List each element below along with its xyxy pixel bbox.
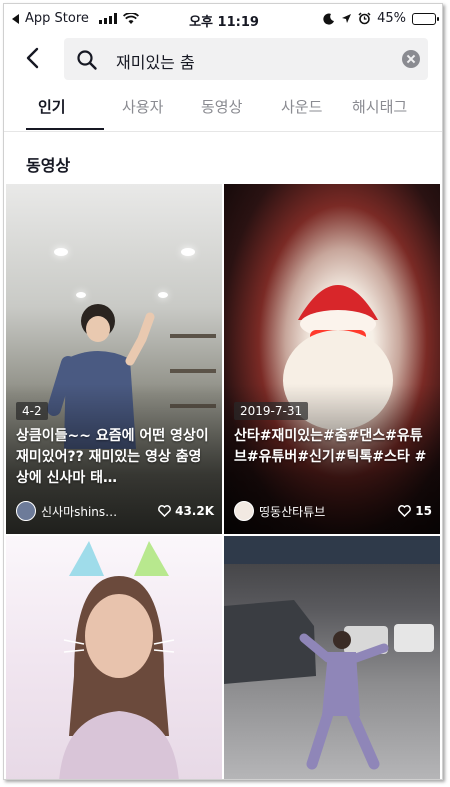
- video-tile[interactable]: 2019-7-31 산타#재미있는#춤#댄스#유튜브#유튜버#신기#틱톡#스타 …: [224, 184, 440, 534]
- search-icon: [77, 50, 97, 70]
- like-count-value: 15: [415, 504, 432, 518]
- search-input[interactable]: 재미있는 춤: [64, 38, 428, 80]
- search-tabs: 인기 사용자 동영상 사운드 해시태그: [4, 92, 442, 132]
- heart-icon: [158, 505, 171, 517]
- video-tile[interactable]: [6, 536, 222, 779]
- alarm-icon: [358, 12, 371, 25]
- tab-hashtags[interactable]: 해시태그: [352, 96, 407, 117]
- girl-with-cat-filter-figure: [59, 541, 179, 779]
- like-count-value: 43.2K: [175, 504, 214, 518]
- tab-videos[interactable]: 동영상: [201, 96, 242, 117]
- author-row: 띵동산타튜브 15: [234, 500, 432, 522]
- status-right: 45%: [323, 11, 439, 26]
- search-header: 재미있는 춤: [4, 36, 442, 82]
- battery-percent: 45%: [377, 11, 406, 26]
- parking-lot-scene: [224, 600, 434, 770]
- video-tile[interactable]: 4-2 상큼이들~~ 요즘에 어떤 영상이 재미있어?? 재미있는 영상 춤영상…: [6, 184, 222, 534]
- tab-sounds[interactable]: 사운드: [281, 96, 322, 117]
- like-count: 15: [398, 504, 432, 518]
- heart-icon: [398, 505, 412, 517]
- video-caption: 산타#재미있는#춤#댄스#유튜브#유튜버#신기#틱톡#스타 #: [234, 428, 427, 465]
- ceiling-light: [54, 248, 68, 256]
- ceiling-light: [181, 248, 195, 256]
- like-count: 43.2K: [158, 504, 214, 518]
- bookshelf: [170, 369, 216, 373]
- tab-popular[interactable]: 인기: [38, 96, 66, 117]
- search-query[interactable]: 재미있는 춤: [116, 49, 195, 73]
- author-name[interactable]: 신사마shins…: [41, 503, 152, 520]
- back-arrow-icon[interactable]: [22, 46, 46, 70]
- status-bar: App Store 오후 11:19 45%: [4, 4, 442, 34]
- garage-ceiling: [224, 536, 440, 564]
- section-title: 동영상: [26, 156, 71, 175]
- date-badge: 4-2: [16, 402, 48, 420]
- author-row: 신사마shins… 43.2K: [16, 500, 214, 522]
- battery-icon: [412, 12, 439, 25]
- ceiling-light: [76, 292, 86, 298]
- tab-users[interactable]: 사용자: [122, 96, 163, 117]
- clear-search-icon[interactable]: [402, 50, 420, 68]
- video-caption: 상큼이들~~ 요즘에 어떤 영상이 재미있어?? 재미있는 영상 춤영상에 신사…: [16, 428, 209, 486]
- avatar[interactable]: [16, 501, 36, 521]
- location-icon: [342, 14, 352, 23]
- bookshelf: [170, 334, 216, 338]
- author-name[interactable]: 띵동산타튜브: [259, 503, 392, 520]
- ceiling-light: [158, 292, 168, 298]
- active-tab-indicator: [26, 128, 104, 130]
- date-badge: 2019-7-31: [234, 402, 309, 420]
- app-frame: App Store 오후 11:19 45% 재미있는 춤 인기 사용자 동영상…: [3, 3, 443, 780]
- avatar[interactable]: [234, 501, 254, 521]
- moon-icon: [323, 13, 335, 25]
- video-tile[interactable]: [224, 536, 440, 779]
